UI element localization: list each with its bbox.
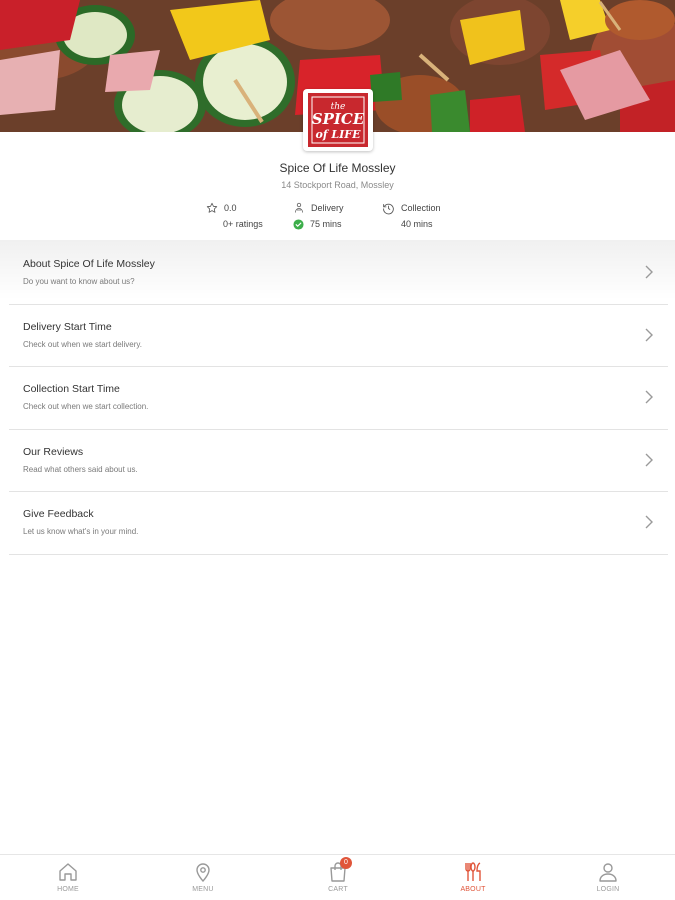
list-item-title: About Spice Of Life Mossley — [23, 258, 155, 270]
restaurant-stats: 0.0 0+ ratings Delivery 75 mins Collecti… — [0, 200, 675, 236]
list-item-subtitle: Read what others said about us. — [23, 464, 138, 474]
list-item-subtitle: Do you want to know about us? — [23, 277, 135, 286]
svg-text:SPICE: SPICE — [312, 110, 365, 128]
nav-login[interactable]: LOGIN — [568, 855, 648, 900]
nav-label: ABOUT — [460, 886, 486, 893]
nav-home[interactable]: HOME — [28, 855, 108, 900]
list-item-subtitle: Check out when we start collection. — [23, 402, 149, 411]
nav-label: CART — [328, 886, 348, 893]
nav-label: HOME — [57, 886, 79, 893]
chevron-right-icon — [644, 452, 654, 473]
home-icon — [56, 860, 80, 884]
cutlery-icon — [461, 860, 485, 884]
list-item-subtitle: Check out when we start delivery. — [23, 339, 143, 349]
about-restaurant-item[interactable]: About Spice Of Life Mossley Do you want … — [9, 242, 668, 305]
give-feedback-item[interactable]: Give Feedback Let us know what's in your… — [9, 492, 668, 555]
nav-label: MENU — [192, 886, 214, 893]
chevron-right-icon — [644, 389, 654, 410]
info-menu-list: About Spice Of Life Mossley Do you want … — [9, 242, 668, 555]
nav-about[interactable]: ABOUT — [433, 855, 513, 900]
our-reviews-item[interactable]: Our Reviews Read what others said about … — [9, 430, 668, 492]
list-item-title: Our Reviews — [23, 445, 84, 458]
delivery-person-icon — [293, 202, 305, 214]
restaurant-name: Spice Of Life Mossley — [279, 161, 396, 175]
delivery-label: Delivery — [311, 203, 344, 213]
nav-label: LOGIN — [596, 886, 620, 893]
nav-menu[interactable]: MENU — [163, 855, 243, 900]
chevron-right-icon — [644, 514, 654, 535]
check-circle-icon — [293, 218, 304, 230]
clock-history-icon — [382, 202, 395, 215]
bottom-navigation: HOME MENU 0 CART ABOUT LOGIN — [0, 854, 675, 900]
list-item-title: Delivery Start Time — [23, 320, 112, 333]
delivery-start-time-item[interactable]: Delivery Start Time Check out when we st… — [9, 305, 668, 367]
list-item-subtitle: Let us know what's in your mind. — [23, 527, 139, 536]
delivery-time: 75 mins — [310, 219, 342, 229]
restaurant-address: 14 Stockport Road, Mossley — [281, 180, 394, 190]
rating-value: 0.0 — [224, 203, 237, 213]
delivery-stat: Delivery 75 mins — [293, 200, 344, 232]
svg-text:of LIFE: of LIFE — [316, 128, 362, 141]
collection-time: 40 mins — [401, 219, 433, 229]
restaurant-logo: the SPICE of LIFE — [303, 89, 373, 151]
cart-count-badge: 0 — [340, 857, 352, 869]
collection-label: Collection — [401, 203, 441, 213]
list-item-title: Give Feedback — [23, 508, 94, 520]
map-pin-icon — [191, 860, 215, 884]
chevron-right-icon — [644, 264, 654, 285]
collection-start-time-item[interactable]: Collection Start Time Check out when we … — [9, 367, 668, 430]
collection-stat: Collection 40 mins — [382, 200, 441, 232]
rating-count: 0+ ratings — [223, 219, 263, 229]
user-icon — [596, 860, 620, 884]
nav-cart[interactable]: 0 CART — [298, 855, 378, 900]
rating-stat: 0.0 0+ ratings — [206, 200, 263, 232]
chevron-right-icon — [644, 327, 654, 348]
star-icon — [206, 202, 218, 214]
list-item-title: Collection Start Time — [23, 383, 120, 395]
